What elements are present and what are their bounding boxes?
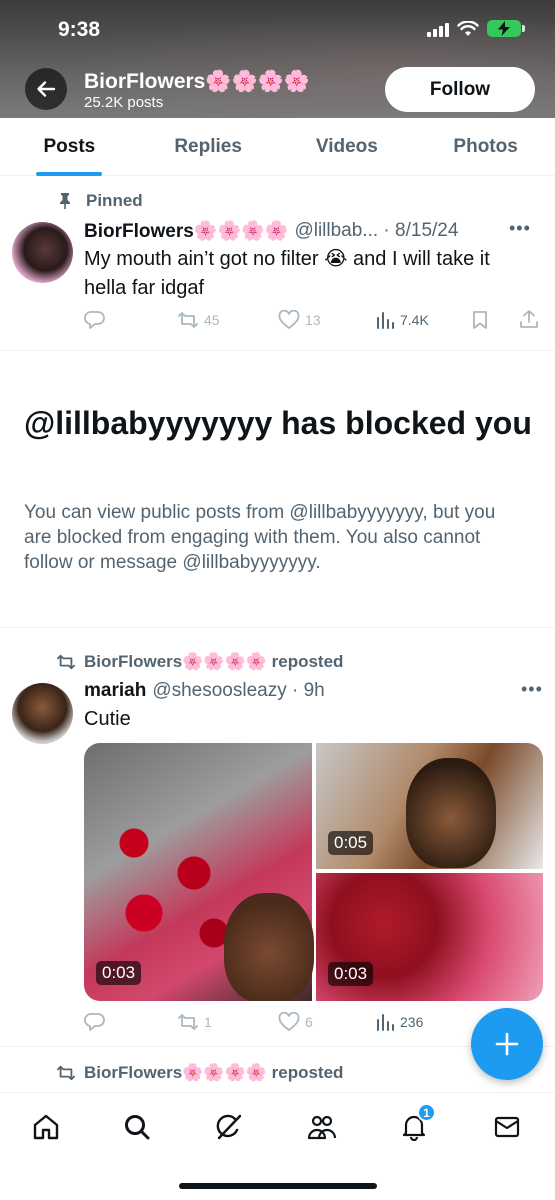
- reply-icon: [84, 1013, 105, 1031]
- views-button[interactable]: 7.4K: [375, 310, 429, 330]
- grok-icon: [216, 1114, 242, 1140]
- author-name[interactable]: mariah: [84, 680, 146, 702]
- nav-communities[interactable]: [302, 1107, 342, 1147]
- reposted-by-label: BiorFlowers🌸🌸🌸🌸 reposted: [84, 652, 344, 671]
- search-icon: [125, 1115, 150, 1140]
- avatar[interactable]: [12, 683, 73, 744]
- post-count: 25.2K posts: [84, 94, 164, 111]
- status-time: 9:38: [58, 18, 101, 41]
- like-button[interactable]: 13: [278, 310, 321, 330]
- nav-grok[interactable]: [209, 1107, 249, 1147]
- repost-icon: [57, 654, 75, 670]
- mail-icon: [494, 1116, 520, 1138]
- back-arrow-icon: [37, 81, 56, 97]
- tab-videos[interactable]: Videos: [278, 118, 417, 175]
- pinned-indicator: Pinned: [58, 191, 143, 211]
- battery-icon: [487, 20, 525, 37]
- repost-count: 45: [204, 312, 220, 328]
- nav-home[interactable]: [26, 1107, 66, 1147]
- video-duration: 0:05: [328, 831, 374, 855]
- divider: [0, 350, 555, 351]
- share-icon: [520, 310, 538, 328]
- repost-icon: [178, 312, 198, 328]
- home-indicator: [179, 1183, 377, 1189]
- person-image: [406, 758, 496, 868]
- post-author-line: mariah @shesoosleazy · 9h: [84, 680, 325, 702]
- bookmark-icon: [473, 311, 487, 329]
- communities-icon: [307, 1115, 337, 1140]
- tab-posts[interactable]: Posts: [0, 118, 139, 175]
- more-options-icon[interactable]: •••: [521, 679, 543, 700]
- profile-tabs: Posts Replies Videos Photos: [0, 118, 555, 176]
- post-author-line: BiorFlowers🌸🌸🌸🌸 @lillbab... · 8/15/24: [84, 219, 458, 243]
- profile-header: 9:38 BiorFlowers🌸🌸🌸🌸 25.2K posts Follow: [0, 0, 555, 118]
- share-button[interactable]: [519, 309, 539, 329]
- author-handle-time: @shesoosleazy · 9h: [152, 680, 325, 701]
- views-count: 7.4K: [400, 312, 429, 328]
- plus-icon: [495, 1032, 519, 1056]
- repost-indicator: BiorFlowers🌸🌸🌸🌸 reposted: [56, 1063, 343, 1083]
- author-name[interactable]: BiorFlowers🌸🌸🌸🌸: [84, 219, 288, 243]
- bookmark-button[interactable]: [471, 310, 489, 330]
- pinned-label: Pinned: [86, 191, 143, 210]
- media-grid: 0:03 0:05 0:03: [84, 743, 543, 1001]
- tab-replies[interactable]: Replies: [139, 118, 278, 175]
- heart-icon: [278, 1012, 300, 1032]
- nav-search[interactable]: [117, 1107, 157, 1147]
- signal-icon: [427, 21, 449, 37]
- status-icons: [427, 20, 525, 37]
- nav-notifications[interactable]: 1: [394, 1103, 436, 1147]
- notification-badge: 1: [417, 1103, 436, 1122]
- post-text: My mouth ain’t got no filter 😭 and I wil…: [84, 248, 490, 299]
- author-handle-date: @lillbab... · 8/15/24: [294, 220, 459, 241]
- repost-button[interactable]: 45: [177, 310, 220, 330]
- like-count: 13: [305, 312, 321, 328]
- like-button[interactable]: 6: [278, 1012, 313, 1032]
- like-count: 6: [305, 1014, 313, 1030]
- video-duration: 0:03: [328, 962, 374, 986]
- person-image: [224, 893, 314, 1001]
- reply-button[interactable]: [84, 310, 106, 330]
- repost-icon: [57, 1065, 75, 1081]
- repost-icon: [178, 1014, 198, 1030]
- views-icon: [377, 1014, 394, 1031]
- post-text: Cutie: [84, 708, 131, 730]
- views-button[interactable]: 236: [375, 1012, 423, 1032]
- nav-messages[interactable]: [487, 1107, 527, 1147]
- video-duration: 0:03: [96, 961, 142, 985]
- video-thumbnail[interactable]: 0:03: [316, 873, 543, 1001]
- profile-name: BiorFlowers🌸🌸🌸🌸: [84, 70, 310, 93]
- avatar[interactable]: [12, 222, 73, 283]
- views-icon: [377, 312, 394, 329]
- views-count: 236: [400, 1014, 424, 1030]
- home-icon: [33, 1114, 59, 1140]
- follow-button[interactable]: Follow: [385, 67, 535, 112]
- pin-icon: [60, 193, 70, 209]
- repost-count: 1: [204, 1014, 212, 1030]
- reposted-by-label: BiorFlowers🌸🌸🌸🌸 reposted: [84, 1063, 344, 1082]
- divider: [0, 627, 555, 628]
- video-thumbnail[interactable]: 0:03: [84, 743, 314, 1001]
- wifi-icon: [457, 20, 479, 36]
- blocked-description: You can view public posts from @lillbaby…: [24, 502, 496, 573]
- back-button[interactable]: [25, 68, 67, 110]
- repost-indicator: BiorFlowers🌸🌸🌸🌸 reposted: [56, 652, 343, 672]
- reply-button[interactable]: [84, 1012, 106, 1032]
- compose-button[interactable]: [471, 1008, 543, 1080]
- tab-photos[interactable]: Photos: [416, 118, 555, 175]
- reply-icon: [84, 311, 105, 329]
- more-options-icon[interactable]: •••: [509, 218, 531, 239]
- video-thumbnail[interactable]: 0:05: [316, 743, 543, 869]
- blocked-title: @lillbabyyyyyyy has blocked you: [24, 405, 532, 441]
- heart-icon: [278, 310, 300, 330]
- repost-button[interactable]: 1: [177, 1012, 212, 1032]
